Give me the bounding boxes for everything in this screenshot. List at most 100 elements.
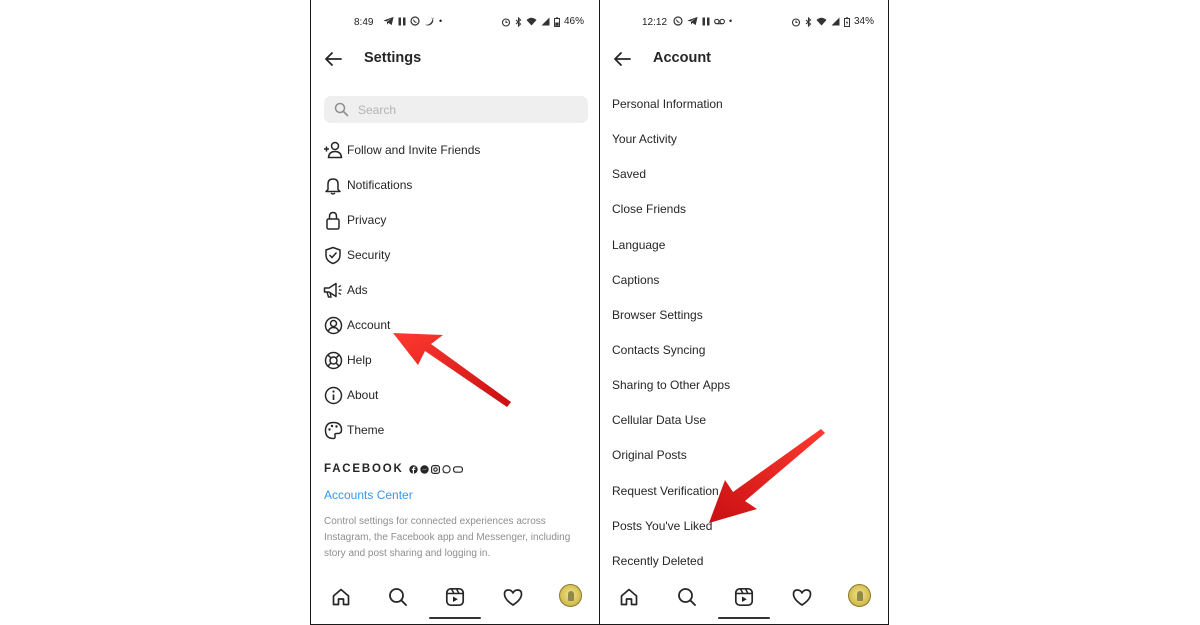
- alarm-icon: [791, 17, 801, 27]
- status-time: 12:12: [642, 17, 668, 28]
- notification-dot-icon: •: [439, 16, 443, 26]
- wifi-icon: [526, 17, 537, 26]
- lock-icon: [323, 210, 343, 230]
- status-bar: 8:49 • 46%: [311, 14, 599, 32]
- wifi-icon: [816, 17, 827, 26]
- account-item-personal-information[interactable]: Personal Information: [612, 94, 723, 114]
- notification-dot-icon: •: [729, 16, 733, 26]
- search-icon: [334, 102, 349, 117]
- whatsapp-logo-icon: [441, 464, 451, 473]
- menu-item-privacy[interactable]: Privacy: [323, 208, 593, 232]
- accounts-center-link[interactable]: Accounts Center: [324, 488, 413, 502]
- account-item-recently-deleted[interactable]: Recently Deleted: [612, 551, 703, 571]
- account-circle-icon: [323, 315, 343, 335]
- account-item-sharing-other-apps[interactable]: Sharing to Other Apps: [612, 375, 730, 395]
- account-item-language[interactable]: Language: [612, 235, 665, 255]
- search-icon[interactable]: [675, 585, 699, 609]
- status-bar: 12:12 • 34%: [600, 14, 888, 32]
- instagram-logo-icon: [430, 464, 440, 474]
- bell-icon: [323, 175, 343, 195]
- alarm-icon: [501, 17, 511, 27]
- account-item-browser-settings[interactable]: Browser Settings: [612, 305, 703, 325]
- pause-icon: [702, 17, 710, 25]
- info-icon: [323, 385, 343, 405]
- battery-icon: [554, 16, 560, 27]
- menu-item-label: Account: [347, 318, 391, 332]
- home-icon[interactable]: [329, 585, 353, 609]
- search-icon[interactable]: [386, 585, 410, 609]
- profile-avatar[interactable]: [848, 584, 871, 607]
- account-item-your-activity[interactable]: Your Activity: [612, 129, 677, 149]
- menu-item-account[interactable]: Account: [323, 313, 593, 337]
- twitter-icon: [424, 17, 435, 25]
- bluetooth-icon: [515, 16, 522, 27]
- heart-icon[interactable]: [501, 585, 525, 609]
- account-item-posts-liked[interactable]: Posts You've Liked: [612, 516, 712, 536]
- pause-icon: [398, 17, 406, 25]
- menu-item-label: Notifications: [347, 178, 413, 192]
- menu-item-label: Help: [347, 353, 372, 367]
- telegram-icon: [383, 16, 394, 26]
- megaphone-icon: [323, 280, 343, 300]
- home-icon[interactable]: [617, 585, 641, 609]
- battery-charging-icon: [844, 16, 850, 27]
- menu-item-label: Follow and Invite Friends: [347, 143, 481, 157]
- menu-item-about[interactable]: About: [323, 383, 593, 407]
- menu-item-ads[interactable]: Ads: [323, 278, 593, 302]
- whatsapp-icon: [673, 16, 683, 26]
- facebook-section-header: FACEBOOK: [324, 463, 463, 475]
- back-arrow-icon[interactable]: [612, 49, 632, 69]
- profile-avatar[interactable]: [559, 584, 582, 607]
- menu-item-security[interactable]: Security: [323, 243, 593, 267]
- menu-item-label: Privacy: [347, 213, 387, 227]
- account-item-captions[interactable]: Captions: [612, 270, 659, 290]
- search-bar[interactable]: [324, 96, 588, 123]
- bottom-nav: [600, 583, 888, 609]
- menu-item-label: Theme: [347, 423, 385, 437]
- page-title: Settings: [364, 50, 422, 66]
- portal-logo-icon: [452, 465, 463, 473]
- cell-signal-icon: [831, 17, 840, 26]
- account-item-saved[interactable]: Saved: [612, 164, 646, 184]
- reels-icon[interactable]: [732, 585, 756, 609]
- shield-check-icon: [323, 245, 343, 265]
- add-person-icon: [323, 140, 343, 160]
- home-indicator[interactable]: [429, 617, 481, 619]
- voicemail-icon: [714, 18, 725, 24]
- settings-screen: 8:49 • 46% Settings Follow and Invite Fr…: [310, 0, 600, 625]
- page-title: Account: [653, 50, 711, 66]
- account-screen: 12:12 • 34% Account Personal Information…: [600, 0, 889, 625]
- battery-percent: 46%: [564, 16, 585, 27]
- account-item-original-posts[interactable]: Original Posts: [612, 445, 687, 465]
- menu-item-help[interactable]: Help: [323, 348, 593, 372]
- account-item-contacts-syncing[interactable]: Contacts Syncing: [612, 340, 705, 360]
- messenger-logo-icon: [419, 464, 429, 474]
- accounts-center-description: Control settings for connected experienc…: [324, 516, 571, 559]
- bottom-nav: [311, 583, 599, 609]
- cell-signal-icon: [541, 17, 550, 26]
- menu-item-theme[interactable]: Theme: [323, 418, 593, 442]
- account-item-request-verification[interactable]: Request Verification: [612, 481, 719, 501]
- back-arrow-icon[interactable]: [323, 49, 343, 69]
- menu-item-label: Ads: [347, 283, 368, 297]
- palette-icon: [323, 420, 343, 440]
- battery-percent: 34%: [854, 16, 875, 27]
- home-indicator[interactable]: [718, 617, 770, 619]
- menu-item-follow-invite[interactable]: Follow and Invite Friends: [323, 138, 593, 162]
- lifebuoy-icon: [323, 350, 343, 370]
- search-input[interactable]: [358, 101, 578, 118]
- status-time: 8:49: [354, 17, 374, 28]
- heart-icon[interactable]: [790, 585, 814, 609]
- telegram-icon: [687, 16, 698, 26]
- reels-icon[interactable]: [443, 585, 467, 609]
- menu-item-label: Security: [347, 248, 391, 262]
- account-item-cellular-data-use[interactable]: Cellular Data Use: [612, 410, 706, 430]
- facebook-brand: FACEBOOK: [324, 463, 404, 475]
- account-item-close-friends[interactable]: Close Friends: [612, 199, 686, 219]
- menu-item-notifications[interactable]: Notifications: [323, 173, 593, 197]
- bluetooth-icon: [805, 16, 812, 27]
- facebook-logo-icon: [408, 464, 418, 474]
- whatsapp-icon: [410, 16, 420, 26]
- settings-header: Settings: [311, 46, 599, 72]
- account-header: Account: [600, 46, 888, 72]
